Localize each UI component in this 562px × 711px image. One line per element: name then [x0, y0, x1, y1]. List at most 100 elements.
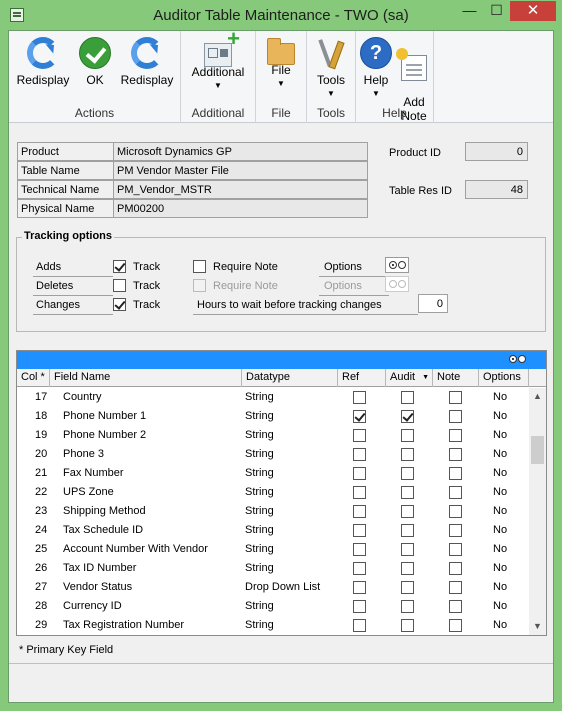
table-row[interactable]: 28 Currency ID String No [17, 597, 529, 616]
deletes-track-checkbox[interactable] [113, 279, 126, 292]
table-row[interactable]: 22 UPS Zone String No [17, 483, 529, 502]
row-datatype: String [245, 448, 274, 460]
changes-track-checkbox[interactable] [113, 298, 126, 311]
row-ref-checkbox[interactable] [353, 448, 366, 461]
redisplay-button-2[interactable]: Redisplay [119, 37, 175, 87]
row-audit-checkbox[interactable] [401, 486, 414, 499]
table-row[interactable]: 26 Tax ID Number String No [17, 559, 529, 578]
tools-button[interactable]: Tools ▼ [311, 37, 351, 98]
row-ref-checkbox[interactable] [353, 562, 366, 575]
col-header-note[interactable]: Note [433, 369, 479, 387]
row-audit-checkbox[interactable] [401, 543, 414, 556]
row-note-checkbox[interactable] [449, 505, 462, 518]
adds-options-radio[interactable] [385, 257, 409, 273]
row-note-checkbox[interactable] [449, 486, 462, 499]
table-row[interactable]: 25 Account Number With Vendor String No [17, 540, 529, 559]
row-note-checkbox[interactable] [449, 448, 462, 461]
divider [33, 276, 113, 277]
table-row[interactable]: 21 Fax Number String No [17, 464, 529, 483]
row-ref-checkbox[interactable] [353, 581, 366, 594]
file-button[interactable]: File ▼ [261, 37, 301, 88]
radio-off[interactable] [398, 261, 406, 269]
scroll-down-icon[interactable]: ▼ [529, 618, 546, 635]
radio-on[interactable] [509, 355, 517, 363]
table-row[interactable]: 27 Vendor Status Drop Down List No [17, 578, 529, 597]
deletes-require-note-checkbox[interactable] [193, 279, 206, 292]
row-note-checkbox[interactable] [449, 410, 462, 423]
row-audit-checkbox[interactable] [401, 391, 414, 404]
table-row[interactable]: 23 Shipping Method String No [17, 502, 529, 521]
row-note-checkbox[interactable] [449, 543, 462, 556]
row-audit-checkbox[interactable] [401, 524, 414, 537]
col-header-col[interactable]: Col * [17, 369, 50, 387]
grid-view-radio[interactable] [508, 353, 530, 366]
row-ref-checkbox[interactable] [353, 543, 366, 556]
table-name-field: PM Vendor Master File [113, 161, 368, 180]
adds-require-note-checkbox[interactable] [193, 260, 206, 273]
grid-scrollbar[interactable]: ▲ ▼ [529, 388, 546, 635]
col-header-options[interactable]: Options [479, 369, 529, 387]
row-audit-checkbox[interactable] [401, 562, 414, 575]
row-audit-checkbox[interactable] [401, 410, 414, 423]
row-audit-checkbox[interactable] [401, 505, 414, 518]
tools-label: Tools [316, 73, 345, 87]
row-note-checkbox[interactable] [449, 600, 462, 613]
row-audit-checkbox[interactable] [401, 619, 414, 632]
table-row[interactable]: 19 Phone Number 2 String No [17, 426, 529, 445]
row-ref-checkbox[interactable] [353, 524, 366, 537]
row-note-checkbox[interactable] [449, 562, 462, 575]
scroll-thumb[interactable] [531, 436, 544, 464]
row-note-checkbox[interactable] [449, 619, 462, 632]
row-ref-checkbox[interactable] [353, 505, 366, 518]
row-col-number: 29 [35, 619, 48, 631]
radio-off[interactable] [518, 355, 526, 363]
row-ref-checkbox[interactable] [353, 619, 366, 632]
row-audit-checkbox[interactable] [401, 600, 414, 613]
ok-button[interactable]: OK [75, 37, 115, 87]
radio-on[interactable] [389, 261, 397, 269]
row-note-checkbox[interactable] [449, 429, 462, 442]
row-audit-checkbox[interactable] [401, 429, 414, 442]
add-note-button[interactable]: Add Note [396, 37, 432, 137]
help-button[interactable]: ? Help ▼ [358, 37, 394, 98]
col-header-datatype[interactable]: Datatype [242, 369, 338, 387]
additional-button[interactable]: Additional ▼ [185, 32, 251, 90]
table-row[interactable]: 17 Country String No [17, 388, 529, 407]
maximize-button[interactable]: ☐ [483, 1, 510, 21]
table-row[interactable]: 24 Tax Schedule ID String No [17, 521, 529, 540]
table-row[interactable]: 20 Phone 3 String No [17, 445, 529, 464]
hours-input[interactable]: 0 [418, 294, 448, 313]
redisplay-button[interactable]: Redisplay [15, 37, 71, 87]
row-ref-checkbox[interactable] [353, 467, 366, 480]
row-ref-checkbox[interactable] [353, 600, 366, 613]
row-note-checkbox[interactable] [449, 391, 462, 404]
col-header-ref[interactable]: Ref [338, 369, 386, 387]
scroll-up-icon[interactable]: ▲ [529, 388, 546, 405]
table-row[interactable]: 18 Phone Number 1 String No [17, 407, 529, 426]
row-audit-checkbox[interactable] [401, 581, 414, 594]
row-audit-checkbox[interactable] [401, 467, 414, 480]
col-header-field-name[interactable]: Field Name [50, 369, 242, 387]
additional-label: Additional [191, 65, 245, 79]
row-note-checkbox[interactable] [449, 524, 462, 537]
row-options: No [493, 524, 508, 536]
radio-off[interactable] [389, 280, 397, 288]
row-ref-checkbox[interactable] [353, 391, 366, 404]
table-row[interactable]: 29 Tax Registration Number String No [17, 616, 529, 635]
deletes-options-radio[interactable] [385, 276, 409, 292]
col-header-audit[interactable]: Audit ▼ [386, 369, 433, 387]
chevron-down-icon: ▼ [327, 89, 335, 98]
row-ref-checkbox[interactable] [353, 410, 366, 423]
minimize-button[interactable]: — [456, 1, 483, 21]
adds-track-checkbox[interactable] [113, 260, 126, 273]
title-bar[interactable]: Auditor Table Maintenance - TWO (sa) — ☐… [0, 0, 562, 30]
row-datatype: String [245, 543, 274, 555]
row-datatype: String [245, 410, 274, 422]
row-note-checkbox[interactable] [449, 467, 462, 480]
close-button[interactable]: ✕ [510, 1, 556, 21]
row-ref-checkbox[interactable] [353, 429, 366, 442]
row-audit-checkbox[interactable] [401, 448, 414, 461]
row-note-checkbox[interactable] [449, 581, 462, 594]
radio-off[interactable] [398, 280, 406, 288]
row-ref-checkbox[interactable] [353, 486, 366, 499]
